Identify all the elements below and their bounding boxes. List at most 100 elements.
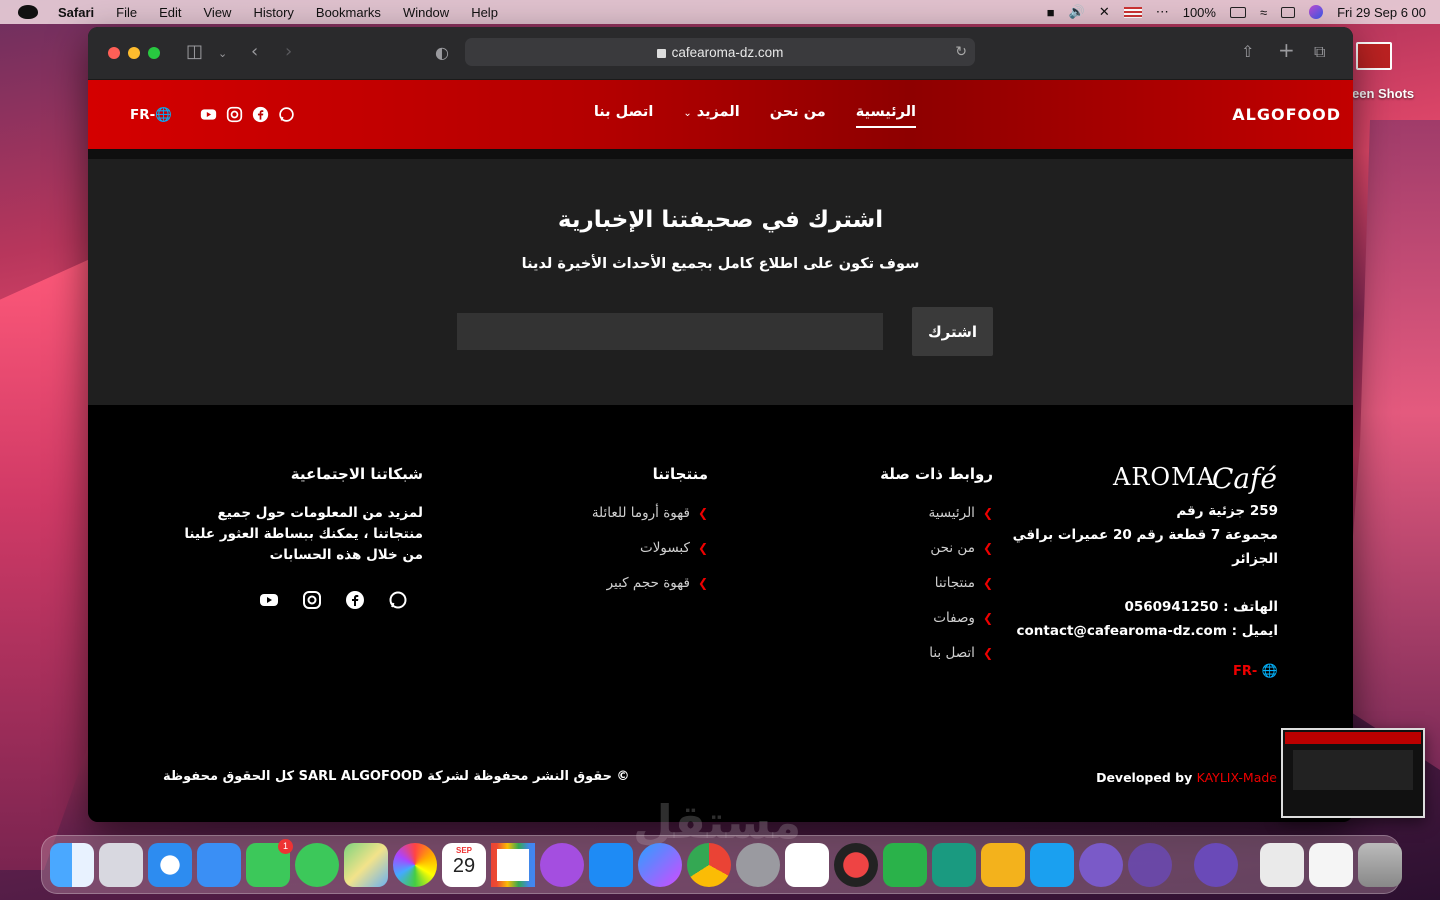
newsletter-section: اشترك في صحيفتنا الإخبارية سوف تكون على … xyxy=(88,149,1353,405)
youtube-icon[interactable] xyxy=(259,590,279,610)
finder-icon[interactable] xyxy=(50,842,94,887)
menu-file[interactable]: File xyxy=(116,5,137,20)
user-icon[interactable]: ■ xyxy=(1047,5,1055,20)
clock[interactable]: Fri 29 Sep 6 00 xyxy=(1337,5,1426,20)
address-bar[interactable]: cafearoma-dz.com ↻ xyxy=(465,38,975,66)
newsletter-email-input[interactable] xyxy=(457,313,883,350)
footer-product-capsules[interactable]: ❯ كبسولات xyxy=(592,540,708,556)
reload-icon[interactable]: ↻ xyxy=(955,43,967,60)
battery-icon[interactable] xyxy=(1229,6,1246,18)
share-icon[interactable]: ⇧ xyxy=(1241,42,1254,61)
facebook-icon[interactable] xyxy=(345,590,365,610)
menu-window[interactable]: Window xyxy=(403,5,449,20)
gmail-icon[interactable] xyxy=(491,842,535,887)
mail-icon[interactable] xyxy=(197,842,241,887)
social-title: شبكاتنا الاجتماعية xyxy=(290,465,423,483)
screen-recorder-icon[interactable] xyxy=(1079,842,1123,887)
language-switch[interactable]: FR-🌐 xyxy=(130,107,172,123)
zoom-window-button[interactable] xyxy=(148,47,160,59)
wifi-icon[interactable]: ≈ xyxy=(1260,5,1267,20)
siri-icon[interactable] xyxy=(1309,5,1324,19)
fiverr-icon[interactable] xyxy=(883,842,927,887)
language-switch-label: FR- xyxy=(130,107,156,123)
launchpad-icon[interactable] xyxy=(99,842,143,887)
footer-link-home[interactable]: ❯ الرئيسية xyxy=(880,505,993,521)
input-source-icon[interactable]: ⋯ xyxy=(1156,4,1169,20)
chevron-left-icon: ❯ xyxy=(982,506,993,520)
vscode-icon[interactable] xyxy=(785,842,829,887)
desktop-screenshot-file-icon[interactable] xyxy=(1356,42,1392,70)
safari-icon[interactable] xyxy=(148,842,192,887)
facebook-icon[interactable] xyxy=(252,106,269,123)
chevron-left-icon: ❯ xyxy=(982,576,993,590)
instagram-icon[interactable] xyxy=(226,106,243,123)
podcasts-icon[interactable] xyxy=(540,842,584,887)
menu-bookmarks[interactable]: Bookmarks xyxy=(316,5,381,20)
volume-icon[interactable]: 🔊 xyxy=(1069,4,1085,20)
chrome-icon[interactable] xyxy=(687,842,731,887)
recent-document-icon[interactable] xyxy=(1309,842,1353,887)
menu-history[interactable]: History xyxy=(253,5,293,20)
menu-help[interactable]: Help xyxy=(471,5,498,20)
disk-utility-icon[interactable] xyxy=(1194,842,1238,887)
forward-icon[interactable]: › xyxy=(285,41,292,62)
messages-icon[interactable] xyxy=(295,842,339,887)
nav-more[interactable]: المزيد ⌄ xyxy=(683,104,739,128)
whatsapp-icon[interactable] xyxy=(388,590,408,610)
chevron-down-icon[interactable]: ⌄ xyxy=(218,47,227,60)
phone-text: الهاتف : 0560941250 xyxy=(1124,599,1278,615)
screenshot-preview-thumbnail[interactable] xyxy=(1281,728,1425,818)
footer-social-links xyxy=(259,590,408,610)
flag-icon[interactable] xyxy=(1123,6,1142,18)
chatgpt-icon[interactable] xyxy=(932,842,976,887)
youtube-icon[interactable] xyxy=(200,106,217,123)
back-icon[interactable]: ‹ xyxy=(251,41,258,62)
menu-app-name[interactable]: Safari xyxy=(58,5,94,20)
p-app-icon[interactable] xyxy=(1128,842,1172,887)
developer-link[interactable]: KAYLIX-Made xyxy=(1197,770,1277,785)
messenger-icon[interactable] xyxy=(638,842,682,887)
downloads-stack-icon[interactable] xyxy=(1260,842,1304,887)
maps-icon[interactable] xyxy=(344,842,388,887)
calendar-icon[interactable]: SEP 29 xyxy=(442,842,486,887)
system-settings-icon[interactable] xyxy=(736,842,780,887)
footer-link-contact[interactable]: ❯ اتصل بنا xyxy=(880,645,993,661)
minimize-window-button[interactable] xyxy=(128,47,140,59)
trash-icon[interactable] xyxy=(1358,842,1402,887)
instagram-icon[interactable] xyxy=(302,590,322,610)
close-window-button[interactable] xyxy=(108,47,120,59)
brand-logo[interactable]: ALGOFOOD xyxy=(1232,105,1341,124)
circle-app-icon[interactable] xyxy=(1030,842,1074,887)
nav-contact[interactable]: اتصل بنا xyxy=(594,104,654,128)
bluetooth-icon[interactable]: ✕ xyxy=(1099,4,1110,20)
footer-link-about[interactable]: ❯ من نحن xyxy=(880,540,993,556)
aroma-cafe-logo[interactable]: AROMA Café xyxy=(1107,460,1277,500)
facetime-icon[interactable]: 1 xyxy=(246,838,293,887)
email-text[interactable]: ايميل : contact@cafearoma-dz.com xyxy=(1017,619,1278,643)
control-center-icon[interactable] xyxy=(1281,6,1296,18)
nav-home[interactable]: الرئيسية xyxy=(855,104,916,128)
desktop-folder-label[interactable]: een Shots xyxy=(1352,86,1414,101)
app-store-icon[interactable] xyxy=(589,842,633,887)
footer-product-large[interactable]: ❯ قهوة حجم كبير xyxy=(592,575,708,591)
five-app-icon[interactable] xyxy=(981,842,1025,887)
tab-overview-icon[interactable]: ⧉ xyxy=(1314,42,1325,62)
footer-language-switch[interactable]: FR- 🌐 xyxy=(1233,664,1278,679)
sidebar-icon[interactable]: ◫ xyxy=(186,41,203,62)
apple-logo-icon[interactable] xyxy=(18,5,38,19)
chevron-left-icon: ❯ xyxy=(697,506,708,520)
battery-percent: 100% xyxy=(1182,4,1216,20)
privacy-shield-icon[interactable]: ◐ xyxy=(435,43,449,62)
whatsapp-icon[interactable] xyxy=(278,106,295,123)
photos-icon[interactable] xyxy=(393,842,437,887)
menu-view[interactable]: View xyxy=(204,5,232,20)
lock-icon xyxy=(656,48,666,58)
menu-edit[interactable]: Edit xyxy=(159,5,181,20)
subscribe-button[interactable]: اشترك xyxy=(912,307,993,356)
footer-product-family[interactable]: ❯ قهوة أروما للعائلة xyxy=(592,505,708,521)
nav-about[interactable]: من نحن xyxy=(770,104,826,128)
new-tab-icon[interactable]: + xyxy=(1278,38,1295,62)
recorder-icon[interactable] xyxy=(834,842,878,887)
footer-link-products[interactable]: ❯ منتجاتنا xyxy=(880,575,993,591)
footer-link-recipes[interactable]: ❯ وصفات xyxy=(880,610,993,626)
